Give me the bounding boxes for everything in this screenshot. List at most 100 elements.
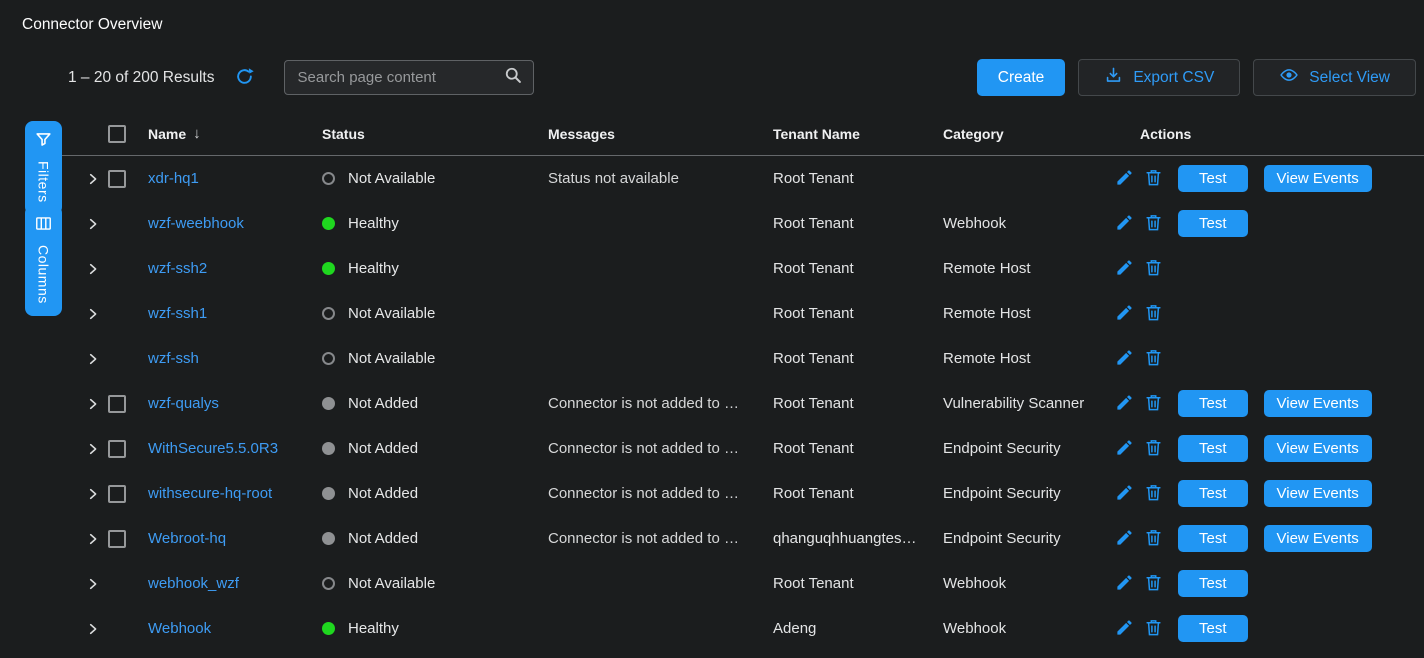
pencil-icon [1115, 168, 1134, 190]
table-row: wzf-weebhook Healthy Root Tenant Webhook [62, 201, 1424, 246]
row-checkbox[interactable] [108, 440, 126, 458]
row-expand-chevron-icon[interactable] [86, 217, 108, 231]
row-checkbox[interactable] [108, 530, 126, 548]
header-tenant-name[interactable]: Tenant Name [773, 126, 943, 142]
row-checkbox[interactable] [108, 395, 126, 413]
edit-button[interactable] [1115, 528, 1134, 550]
test-button[interactable]: Test [1178, 210, 1248, 237]
edit-button[interactable] [1115, 213, 1134, 235]
trash-icon [1144, 393, 1163, 415]
view-events-button[interactable]: View Events [1264, 165, 1372, 192]
delete-button[interactable] [1144, 258, 1163, 280]
connector-name-link[interactable]: WithSecure5.5.0R3 [148, 440, 278, 457]
edit-button[interactable] [1115, 393, 1134, 415]
delete-button[interactable] [1144, 573, 1163, 595]
connector-name-link[interactable]: wzf-qualys [148, 395, 219, 412]
delete-button[interactable] [1144, 483, 1163, 505]
search-icon [503, 65, 523, 90]
view-events-button[interactable]: View Events [1264, 435, 1372, 462]
create-button[interactable]: Create [977, 59, 1066, 96]
category: Remote Host [943, 260, 1115, 277]
connector-name-link[interactable]: wzf-ssh2 [148, 260, 207, 277]
test-button[interactable]: Test [1178, 570, 1248, 597]
delete-button[interactable] [1144, 528, 1163, 550]
header-actions: Actions [1115, 126, 1424, 142]
refresh-button[interactable] [235, 67, 254, 89]
test-button[interactable]: Test [1178, 390, 1248, 417]
header-messages[interactable]: Messages [548, 126, 773, 142]
row-expand-chevron-icon[interactable] [86, 577, 108, 591]
delete-button[interactable] [1144, 618, 1163, 640]
edit-button[interactable] [1115, 348, 1134, 370]
test-button[interactable]: Test [1178, 615, 1248, 642]
filters-tab[interactable]: Filters [25, 121, 62, 215]
category: Remote Host [943, 305, 1115, 322]
view-events-button[interactable]: View Events [1264, 390, 1372, 417]
row-expand-chevron-icon[interactable] [86, 397, 108, 411]
row-expand-chevron-icon[interactable] [86, 172, 108, 186]
tenant-name: qhanguqhhuangtes… [773, 530, 943, 547]
header-category[interactable]: Category [943, 126, 1115, 142]
view-events-button[interactable]: View Events [1264, 480, 1372, 507]
category: Webhook [943, 215, 1115, 232]
row-checkbox[interactable] [108, 170, 126, 188]
edit-button[interactable] [1115, 303, 1134, 325]
connector-name-link[interactable]: webhook_wzf [148, 575, 239, 592]
sort-desc-icon[interactable]: ↓ [193, 125, 201, 142]
columns-tab[interactable]: Columns [25, 205, 62, 316]
category: Webhook [943, 575, 1115, 592]
row-expand-chevron-icon[interactable] [86, 532, 108, 546]
columns-tab-label: Columns [36, 245, 52, 304]
view-events-button[interactable]: View Events [1264, 525, 1372, 552]
row-expand-chevron-icon[interactable] [86, 622, 108, 636]
connector-name-link[interactable]: xdr-hq1 [148, 170, 199, 187]
edit-button[interactable] [1115, 573, 1134, 595]
connector-name-link[interactable]: Webroot-hq [148, 530, 226, 547]
message-text: Connector is not added to … [548, 485, 773, 502]
delete-button[interactable] [1144, 393, 1163, 415]
connector-name-link[interactable]: wzf-weebhook [148, 215, 244, 232]
row-checkbox[interactable] [108, 485, 126, 503]
test-button[interactable]: Test [1178, 435, 1248, 462]
table-row: Webhook Healthy Adeng Webhook [62, 606, 1424, 651]
row-expand-chevron-icon[interactable] [86, 487, 108, 501]
category: Endpoint Security [943, 440, 1115, 457]
test-button[interactable]: Test [1178, 480, 1248, 507]
test-button[interactable]: Test [1178, 165, 1248, 192]
delete-button[interactable] [1144, 213, 1163, 235]
connector-name-link[interactable]: Webhook [148, 620, 211, 637]
header-name[interactable]: Name [148, 126, 186, 142]
delete-button[interactable] [1144, 438, 1163, 460]
connector-name-link[interactable]: wzf-ssh1 [148, 305, 207, 322]
test-button[interactable]: Test [1178, 525, 1248, 552]
eye-icon [1279, 65, 1299, 90]
export-csv-button[interactable]: Export CSV [1078, 59, 1240, 96]
search-input[interactable] [298, 69, 503, 86]
delete-button[interactable] [1144, 168, 1163, 190]
delete-button[interactable] [1144, 303, 1163, 325]
status-label: Healthy [348, 620, 399, 637]
tenant-name: Root Tenant [773, 305, 943, 322]
row-expand-chevron-icon[interactable] [86, 352, 108, 366]
edit-button[interactable] [1115, 258, 1134, 280]
message-text: Status not available [548, 170, 773, 187]
trash-icon [1144, 528, 1163, 550]
status-dot [322, 307, 335, 320]
edit-button[interactable] [1115, 618, 1134, 640]
connector-name-link[interactable]: wzf-ssh [148, 350, 199, 367]
edit-button[interactable] [1115, 483, 1134, 505]
edit-button[interactable] [1115, 438, 1134, 460]
tenant-name: Root Tenant [773, 170, 943, 187]
row-expand-chevron-icon[interactable] [86, 442, 108, 456]
row-expand-chevron-icon[interactable] [86, 262, 108, 276]
select-all-checkbox[interactable] [108, 125, 126, 143]
select-view-button[interactable]: Select View [1253, 59, 1416, 96]
table-row: Webroot-hq Not Added Connector is not ad… [62, 516, 1424, 561]
edit-button[interactable] [1115, 168, 1134, 190]
row-expand-chevron-icon[interactable] [86, 307, 108, 321]
delete-button[interactable] [1144, 348, 1163, 370]
connector-name-link[interactable]: withsecure-hq-root [148, 485, 272, 502]
status-label: Not Added [348, 485, 418, 502]
pencil-icon [1115, 483, 1134, 505]
header-status[interactable]: Status [322, 126, 548, 142]
